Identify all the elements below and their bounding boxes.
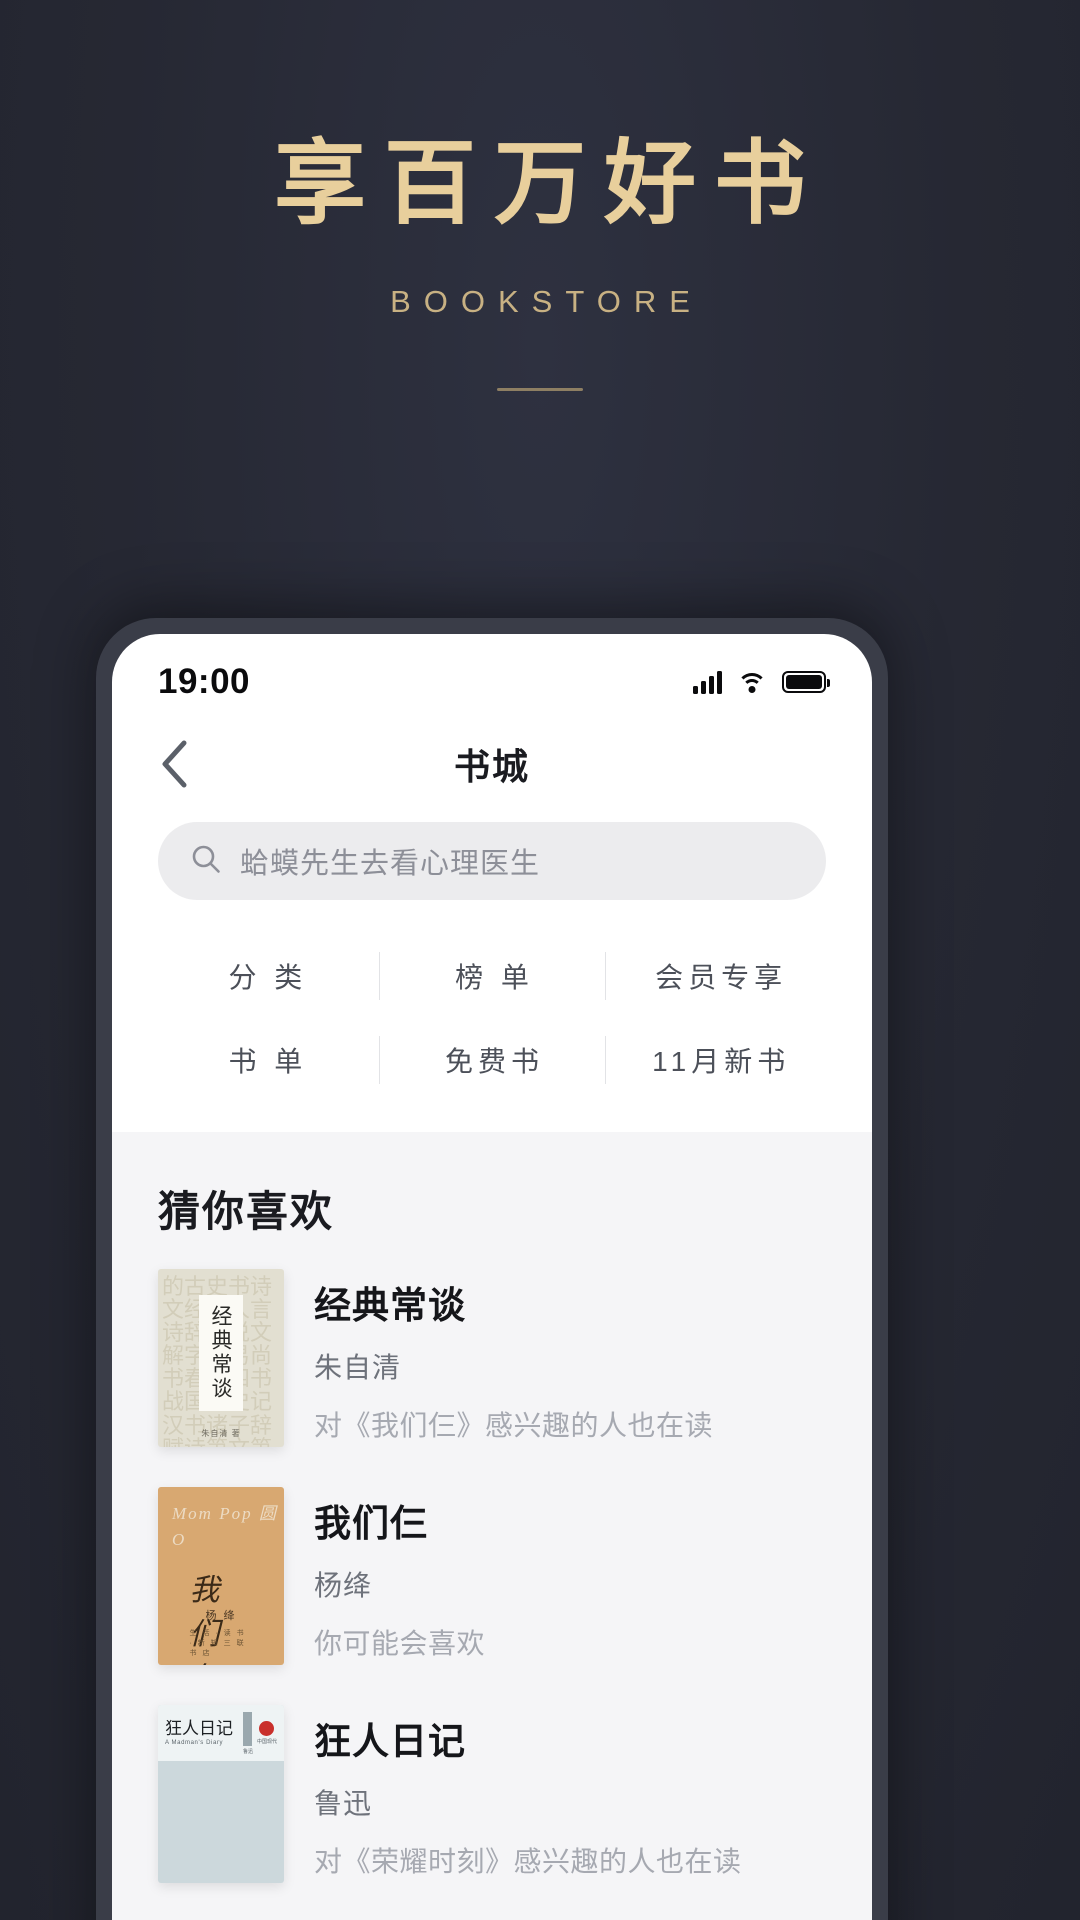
battery-full-icon [782, 671, 830, 693]
status-bar: 19:00 [112, 634, 872, 716]
nav-item-member-exclusive[interactable]: 会员专享 [605, 934, 832, 1018]
book-author: 杨绛 [314, 1570, 373, 1601]
signal-bars-icon [693, 670, 722, 694]
book-title: 经典常谈 [314, 1285, 466, 1326]
cover-title-text: 狂人日记 [165, 1719, 233, 1738]
status-time: 19:00 [158, 662, 251, 701]
nav-title: 书城 [453, 746, 530, 787]
hero-section: 享百万好书 BOOKSTORE [0, 0, 1080, 391]
category-nav-grid: 分 类 榜 单 会员专享 书 单 免费书 11月新书 [112, 900, 872, 1132]
book-title: 狂人日记 [314, 1721, 466, 1762]
phone-mockup: 19:00 书城 蛤蟆先生去看心理医生 分 类 榜 单 会员专享 书 单 免费书… [96, 618, 888, 1920]
cover-label-text: 经典常谈 [209, 1305, 233, 1401]
search-input[interactable]: 蛤蟆先生去看心理医生 [158, 822, 826, 900]
wifi-icon [737, 671, 767, 693]
search-icon [190, 843, 222, 880]
cover-author-text: 杨 绛 [205, 1610, 237, 1622]
cover-footer-text: 朱自清 著 [201, 1429, 241, 1438]
cover-publisher-text: 生 活 · 读 书 · 新 知 三 联 书 店 [189, 1630, 246, 1657]
section-title: 猜你喜欢 [158, 1188, 335, 1235]
divider-rule [497, 387, 583, 391]
nav-item-free-books[interactable]: 免费书 [378, 1018, 606, 1102]
cover-bar-caption: 鲁迅 [242, 1748, 253, 1755]
book-author: 鲁迅 [314, 1788, 373, 1819]
cover-label: 经典常谈 [199, 1295, 243, 1411]
book-info: 狂人日记 鲁迅 对《荣耀时刻》感兴趣的人也在读 [314, 1705, 826, 1883]
book-title: 我们仨 [314, 1503, 428, 1544]
app-nav-bar: 书城 [112, 716, 872, 812]
book-cover: 狂人日记 A Madman's Diary 鲁迅 中国现代 [158, 1705, 284, 1883]
list-item[interactable]: 的古史书诗文经国人言诗辞赋说文解字周易尚书春秋四书战国策史记汉书诸子辞赋诗第文第… [158, 1251, 826, 1469]
book-list: 的古史书诗文经国人言诗辞赋说文解字周易尚书春秋四书战国策史记汉书诸子辞赋诗第文第… [112, 1251, 872, 1905]
cover-subtitle-text: A Madman's Diary [165, 1740, 224, 1746]
book-description: 你可能会喜欢 [314, 1628, 486, 1659]
page-subtitle: BOOKSTORE [390, 283, 703, 319]
book-description: 对《我们仨》感兴趣的人也在读 [314, 1410, 714, 1441]
category-nav-row-1: 分 类 榜 单 会员专享 [152, 934, 832, 1018]
book-info: 我们仨 杨绛 你可能会喜欢 [314, 1487, 826, 1665]
back-chevron-icon[interactable] [148, 738, 200, 790]
list-item[interactable]: 狂人日记 A Madman's Diary 鲁迅 中国现代 狂人日记 鲁迅 对《… [158, 1687, 826, 1905]
recommend-section: 猜你喜欢 的古史书诗文经国人言诗辞赋说文解字周易尚书春秋四书战国策史记汉书诸子辞… [112, 1132, 872, 1920]
search-placeholder: 蛤蟆先生去看心理医生 [240, 848, 541, 880]
nav-item-categories[interactable]: 分 类 [152, 934, 379, 1018]
book-cover: Mom Pop 圆O 我们仨 杨 绛 生 活 · 读 书 · 新 知 三 联 书… [158, 1487, 284, 1665]
phone-screen: 19:00 书城 蛤蟆先生去看心理医生 分 类 榜 单 会员专享 书 单 免费书… [112, 634, 872, 1920]
page-title: 享百万好书 [273, 133, 824, 235]
bookstore-promo-page: 享百万好书 BOOKSTORE 19:00 书城 蛤蟆先生去看心理医生 分 类 … [0, 0, 1080, 1920]
book-cover: 的古史书诗文经国人言诗辞赋说文解字周易尚书春秋四书战国策史记汉书诸子辞赋诗第文第… [158, 1269, 284, 1447]
cover-decoration: 鲁迅 中国现代 [242, 1711, 277, 1755]
nav-item-new-books[interactable]: 11月新书 [605, 1018, 832, 1102]
list-item[interactable]: Mom Pop 圆O 我们仨 杨 绛 生 活 · 读 书 · 新 知 三 联 书… [158, 1469, 826, 1687]
nav-item-booklists[interactable]: 书 单 [152, 1018, 379, 1102]
category-nav-row-2: 书 单 免费书 11月新书 [152, 1018, 832, 1102]
cover-top-band: 狂人日记 A Madman's Diary 鲁迅 中国现代 [158, 1705, 284, 1761]
book-info: 经典常谈 朱自清 对《我们仨》感兴趣的人也在读 [314, 1269, 826, 1447]
nav-item-rankings[interactable]: 榜 单 [378, 934, 606, 1018]
status-icons [693, 670, 830, 694]
cover-red-dot [259, 1721, 275, 1736]
cover-handwriting-text: Mom Pop 圆O [172, 1504, 278, 1549]
book-author: 朱自清 [314, 1352, 402, 1383]
cover-bar-mark [243, 1711, 253, 1746]
search-section: 蛤蟆先生去看心理医生 [112, 812, 872, 900]
book-description: 对《荣耀时刻》感兴趣的人也在读 [314, 1846, 742, 1877]
cover-dot-caption: 中国现代 [256, 1739, 277, 1745]
